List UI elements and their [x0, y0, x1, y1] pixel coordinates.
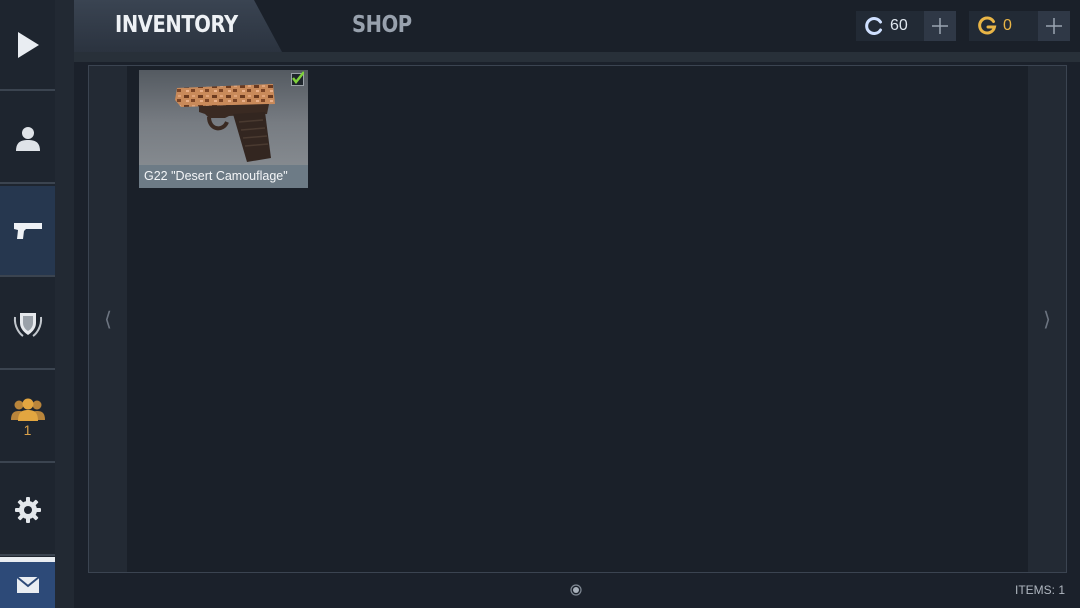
pistol-icon: [13, 222, 42, 239]
sidebar-item-mail[interactable]: [0, 557, 55, 608]
items-count: ITEMS: 1: [1014, 583, 1065, 597]
top-separator: [74, 52, 1080, 62]
pistol-skin-image: [175, 84, 275, 162]
sidebar: 1: [0, 0, 74, 608]
sidebar-item-play[interactable]: [0, 0, 55, 91]
credits-icon: [865, 17, 882, 35]
inventory-grid: G22 "Desert Camouflage": [127, 66, 1028, 572]
gold-balance: 0: [969, 11, 1070, 41]
friends-icon: [10, 398, 45, 421]
next-page-button[interactable]: ⟩: [1028, 66, 1066, 572]
sidebar-item-friends[interactable]: 1: [0, 372, 55, 463]
mail-icon: [15, 576, 40, 593]
tab-inventory[interactable]: INVENTORY: [74, 0, 282, 52]
sidebar-item-settings[interactable]: [0, 465, 55, 556]
plus-icon: [932, 18, 948, 34]
tab-inventory-label: INVENTORY: [115, 12, 238, 38]
plus-icon: [1046, 18, 1062, 34]
shield-icon: [13, 312, 42, 337]
add-gold-button[interactable]: [1038, 11, 1070, 41]
chevron-right-icon: ⟩: [1043, 308, 1051, 331]
top-bar: INVENTORY SHOP 60 0: [74, 0, 1080, 52]
add-credits-button[interactable]: [924, 11, 956, 41]
credits-balance: 60: [856, 11, 956, 41]
checkmark-icon: [292, 71, 304, 84]
gold-amount: 0: [1003, 17, 1012, 34]
friends-count-badge: 1: [23, 421, 32, 438]
credits-amount: 60: [890, 17, 908, 34]
tab-shop-label: SHOP: [352, 12, 412, 38]
page-indicator-dot[interactable]: [570, 584, 582, 596]
sidebar-item-weapons[interactable]: [0, 186, 55, 277]
inventory-item-name: G22 "Desert Camouflage": [139, 165, 308, 188]
profile-icon: [15, 126, 40, 151]
chevron-left-icon: ⟨: [104, 308, 112, 331]
previous-page-button[interactable]: ⟨: [89, 66, 127, 572]
inventory-item[interactable]: G22 "Desert Camouflage": [139, 70, 308, 188]
tab-shop[interactable]: SHOP: [344, 0, 434, 52]
sidebar-item-clan[interactable]: [0, 279, 55, 370]
play-icon: [17, 31, 39, 58]
gear-icon: [14, 496, 41, 523]
gold-icon: [978, 16, 997, 35]
sidebar-item-profile[interactable]: [0, 93, 55, 184]
equipped-checkbox: [291, 71, 304, 86]
inventory-panel: ⟨ G22 "Desert Camouflage" ⟩: [88, 65, 1067, 573]
